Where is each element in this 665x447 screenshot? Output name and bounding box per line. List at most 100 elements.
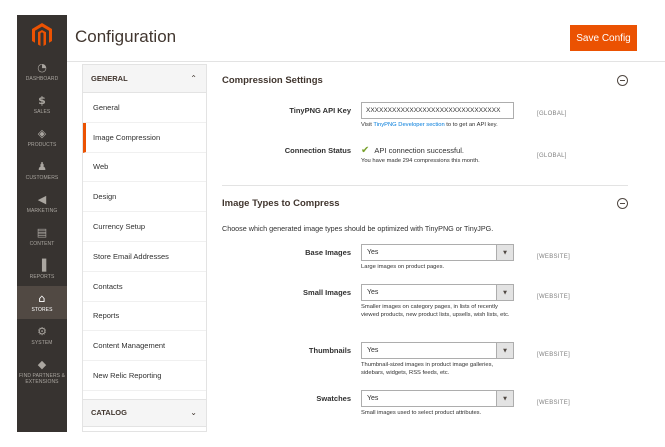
swatches-field: Yes ▼ Small images used to select produc…	[361, 390, 514, 418]
nav-label: CONTENT	[29, 240, 55, 247]
tab-general[interactable]: General	[83, 93, 206, 123]
base-images-note: Large images on product pages.	[361, 264, 445, 270]
note-text: Visit	[361, 122, 374, 128]
api-key-note: Visit TinyPNG Developer section to to ge…	[361, 122, 514, 130]
speedometer-icon: ◔	[37, 60, 47, 74]
select-value: Yes	[367, 395, 379, 402]
nav-reports[interactable]: ▐ REPORTS	[17, 253, 67, 286]
collapse-icon[interactable]	[617, 74, 628, 86]
store-icon: ⌂	[38, 291, 46, 305]
section-compression-header[interactable]: Compression Settings	[222, 66, 632, 94]
small-images-field: Yes ▼ Smaller images on category pages, …	[361, 284, 514, 319]
tab-new-relic-reporting[interactable]: New Relic Reporting	[83, 361, 206, 391]
tab-group-label: GENERAL	[91, 74, 128, 83]
section-title: Compression Settings	[222, 74, 323, 86]
tab-design[interactable]: Design	[83, 182, 206, 213]
nav-label: MARKETING	[26, 207, 58, 214]
tab-store-email-addresses[interactable]: Store Email Addresses	[83, 242, 206, 272]
thumbnails-field: Yes ▼ Thumbnail-sized images in product …	[361, 342, 514, 377]
nav-products[interactable]: ◈ PRODUCTS	[17, 121, 67, 154]
box-icon: ◆	[37, 358, 47, 371]
nav-label: SALES	[33, 108, 51, 115]
nav-marketing[interactable]: ◀ MARKETING	[17, 187, 67, 220]
connection-status-field: ✔ API connection successful. You have ma…	[361, 144, 514, 166]
base-images-select[interactable]: Yes ▼	[361, 244, 514, 261]
dollar-icon: $	[38, 93, 46, 107]
swatches-note: Small images used to select product attr…	[361, 410, 482, 416]
tab-image-compression[interactable]: Image Compression	[83, 122, 206, 153]
scope-label: [WEBSITE]	[537, 352, 571, 358]
save-config-button[interactable]: Save Config	[570, 25, 637, 51]
small-images-label: Small Images	[303, 288, 351, 297]
api-key-field: XXXXXXXXXXXXXXXXXXXXXXXXXXXXXXX Visit Ti…	[361, 102, 514, 130]
page-title: Configuration	[75, 27, 177, 46]
image-types-intro: Choose which generated image types shoul…	[222, 224, 494, 233]
swatches-select[interactable]: Yes ▼	[361, 390, 514, 407]
bar-chart-icon: ▐	[37, 258, 47, 272]
tab-content-management[interactable]: Content Management	[83, 331, 206, 362]
base-images-label: Base Images	[305, 248, 351, 257]
section-image-types-header[interactable]: Image Types to Compress	[222, 189, 632, 217]
admin-sidebar: ◔ DASHBOARD $ SALES ◈ PRODUCTS ♟ CUSTOME…	[17, 15, 67, 432]
api-key-label: TinyPNG API Key	[289, 106, 351, 115]
nav-system[interactable]: ⚙ SYSTEM	[17, 319, 67, 352]
header-divider	[67, 61, 665, 62]
nav-label: PRODUCTS	[27, 141, 57, 148]
small-images-select[interactable]: Yes ▼	[361, 284, 514, 301]
scope-label: [WEBSITE]	[537, 254, 571, 260]
nav-sales[interactable]: $ SALES	[17, 88, 67, 121]
config-tabs: GENERAL ⌃ General Image Compression Web …	[82, 64, 207, 432]
tab-contacts[interactable]: Contacts	[83, 272, 206, 302]
chevron-up-icon: ⌃	[190, 74, 197, 83]
nav-label: SYSTEM	[31, 339, 53, 346]
magento-logo[interactable]	[17, 15, 67, 55]
api-key-input[interactable]: XXXXXXXXXXXXXXXXXXXXXXXXXXXXXXX	[361, 102, 514, 119]
nav-content[interactable]: ▤ CONTENT	[17, 220, 67, 253]
scope-label: [WEBSITE]	[537, 400, 571, 406]
tab-currency-setup[interactable]: Currency Setup	[83, 212, 206, 242]
gear-icon: ⚙	[37, 324, 47, 338]
nav-label: FIND PARTNERS & EXTENSIONS	[18, 373, 66, 385]
dropdown-arrow-icon: ▼	[496, 285, 513, 300]
nav-partners[interactable]: ◆ FIND PARTNERS & EXTENSIONS	[17, 352, 67, 392]
checkmark-icon: ✔	[361, 144, 370, 156]
nav-stores[interactable]: ⌂ STORES	[17, 286, 67, 319]
status-note: You have made 294 compressions this mont…	[361, 158, 480, 164]
thumbnails-select[interactable]: Yes ▼	[361, 342, 514, 359]
status-text: API connection successful.	[374, 145, 465, 155]
small-images-note: Smaller images on category pages, in lis…	[361, 304, 510, 318]
section-divider	[222, 185, 628, 186]
dropdown-arrow-icon: ▼	[496, 245, 513, 260]
tab-web[interactable]: Web	[83, 153, 206, 183]
dropdown-arrow-icon: ▼	[496, 391, 513, 406]
tinypng-developer-link[interactable]: TinyPNG Developer section	[373, 122, 444, 128]
dropdown-arrow-icon: ▼	[496, 343, 513, 358]
megaphone-icon: ◀	[37, 192, 47, 206]
select-value: Yes	[367, 289, 379, 296]
nav-customers[interactable]: ♟ CUSTOMERS	[17, 154, 67, 187]
tab-group-label: CATALOG	[91, 408, 127, 418]
nav-label: REPORTS	[29, 273, 55, 280]
nav-label: CUSTOMERS	[25, 174, 59, 181]
chevron-down-icon: ⌄	[190, 408, 197, 418]
cube-icon: ◈	[37, 126, 47, 140]
thumbnails-label: Thumbnails	[308, 346, 351, 355]
base-images-field: Yes ▼ Large images on product pages.	[361, 244, 514, 272]
nav-label: STORES	[31, 306, 53, 313]
select-value: Yes	[367, 347, 379, 354]
collapse-icon[interactable]	[617, 197, 628, 209]
tab-group-general[interactable]: GENERAL ⌃	[83, 65, 206, 93]
scope-label: [WEBSITE]	[537, 294, 571, 300]
magento-logo-icon	[32, 23, 52, 46]
section-title: Image Types to Compress	[222, 197, 340, 209]
config-main: Compression Settings TinyPNG API Key XXX…	[222, 64, 632, 432]
scope-label: [GLOBAL]	[537, 111, 567, 117]
select-value: Yes	[367, 249, 379, 256]
person-icon: ♟	[37, 159, 47, 173]
status-line: ✔ API connection successful.	[361, 144, 514, 156]
tab-reports[interactable]: Reports	[83, 302, 206, 332]
nav-dashboard[interactable]: ◔ DASHBOARD	[17, 55, 67, 88]
scope-label: [GLOBAL]	[537, 153, 567, 159]
layout-icon: ▤	[36, 225, 48, 239]
tab-group-catalog[interactable]: CATALOG ⌄	[83, 398, 206, 427]
